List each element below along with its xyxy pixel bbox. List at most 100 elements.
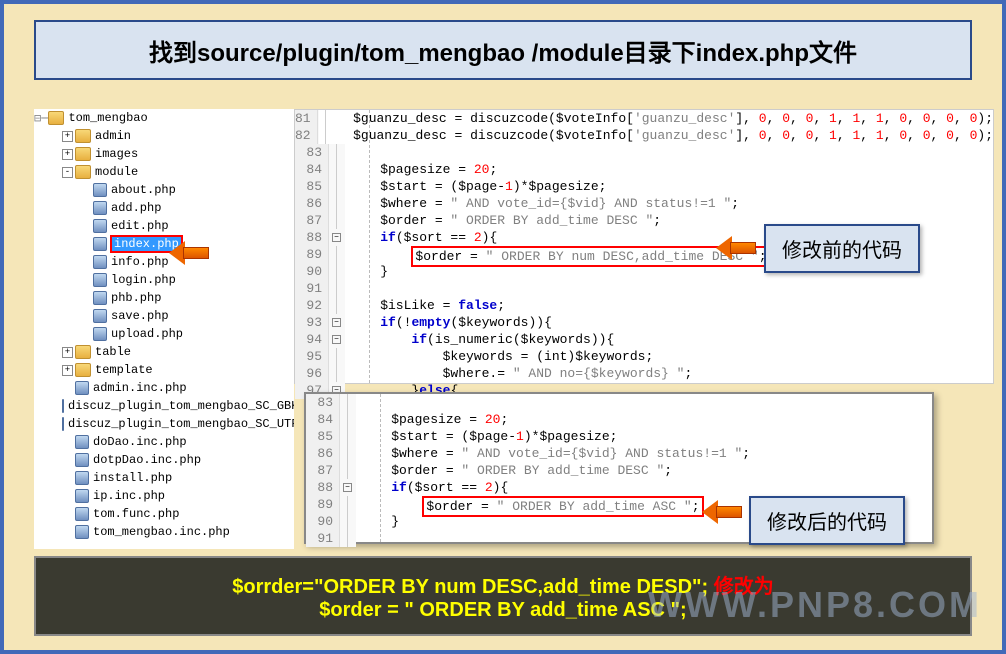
line-number: 85 (295, 178, 329, 195)
tree-item[interactable]: discuz_plugin_tom_mengbao_SC_GBK.xml (34, 397, 294, 415)
code-line[interactable]: 84 $pagesize = 20; (306, 411, 932, 428)
code-line[interactable]: 94− if(is_numeric($keywords)){ (295, 331, 993, 348)
tree-item[interactable]: info.php (34, 253, 294, 271)
tree-item[interactable]: install.php (34, 469, 294, 487)
line-number: 91 (295, 280, 329, 297)
tree-root-label: tom_mengbao (68, 111, 147, 125)
code-line[interactable]: 82 $guanzu_desc = discuzcode($voteInfo['… (295, 127, 993, 144)
fold-gutter (329, 365, 345, 382)
expand-icon[interactable]: + (62, 365, 73, 376)
code-line[interactable]: 93− if(!empty($keywords)){ (295, 314, 993, 331)
fold-gutter (340, 496, 356, 513)
code-line[interactable]: 86 $where = " AND vote_id={$vid} AND sta… (295, 195, 993, 212)
line-number: 87 (306, 462, 340, 479)
file-icon (75, 525, 89, 539)
code-line[interactable]: 83 (306, 394, 932, 411)
code-line[interactable]: 84 $pagesize = 20; (295, 161, 993, 178)
summary-change-label: 修改为 (714, 576, 774, 598)
file-icon (93, 237, 107, 251)
tree-item[interactable]: discuz_plugin_tom_mengbao_SC_UTF8.xml (34, 415, 294, 433)
code-line[interactable]: 83 (295, 144, 993, 161)
line-number: 94 (295, 331, 329, 348)
line-number: 83 (295, 144, 329, 161)
tree-item[interactable]: ip.inc.php (34, 487, 294, 505)
file-icon (93, 183, 107, 197)
tree-item[interactable]: admin.inc.php (34, 379, 294, 397)
fold-toggle-icon[interactable]: − (332, 233, 341, 242)
code-text: $pagesize = 20; (345, 161, 497, 178)
file-icon (93, 291, 107, 305)
tree-item[interactable]: edit.php (34, 217, 294, 235)
tree-item[interactable]: +images (34, 145, 294, 163)
tree-root[interactable]: ⊟─ tom_mengbao (34, 109, 294, 127)
fold-gutter (340, 530, 356, 547)
code-line[interactable]: 85 $start = ($page-1)*$pagesize; (295, 178, 993, 195)
code-line[interactable]: 96 $where.= " AND no={$keywords} "; (295, 365, 993, 382)
code-line[interactable]: 87 $order = " ORDER BY add_time DESC "; (306, 462, 932, 479)
tree-label: about.php (111, 183, 176, 197)
tree-label: add.php (111, 201, 161, 215)
code-text: $where = " AND vote_id={$vid} AND status… (356, 445, 750, 462)
expand-icon[interactable]: - (62, 167, 73, 178)
code-text: $order = " ORDER BY add_time ASC "; (356, 496, 704, 513)
tree-item[interactable]: tom.func.php (34, 505, 294, 523)
tree-item[interactable]: save.php (34, 307, 294, 325)
tree-item[interactable]: tom_mengbao.inc.php (34, 523, 294, 541)
title-box: 找到source/plugin/tom_mengbao /module目录下in… (34, 20, 972, 80)
tree-item[interactable]: + admin (34, 127, 294, 145)
title-text: 找到source/plugin/tom_mengbao /module目录下in… (149, 33, 857, 68)
code-text: if(!empty($keywords)){ (345, 314, 552, 331)
code-line[interactable]: 88− if($sort == 2){ (306, 479, 932, 496)
line-number: 83 (306, 394, 340, 411)
code-text: $start = ($page-1)*$pagesize; (345, 178, 606, 195)
tree-item[interactable]: -module (34, 163, 294, 181)
fold-toggle-icon[interactable]: − (343, 483, 352, 492)
arrow-to-before (716, 236, 756, 260)
tree-label: admin (95, 129, 131, 143)
tree-label: admin.inc.php (93, 381, 187, 395)
expand-icon[interactable]: + (62, 347, 73, 358)
tree-item[interactable]: index.php (34, 235, 294, 253)
code-line[interactable]: 95 $keywords = (int)$keywords; (295, 348, 993, 365)
summary-new-code: $order = " ORDER BY add_time ASC "; (319, 599, 686, 621)
tree-item[interactable]: phb.php (34, 289, 294, 307)
line-number: 95 (295, 348, 329, 365)
tree-item[interactable]: dotpDao.inc.php (34, 451, 294, 469)
line-number: 84 (295, 161, 329, 178)
file-icon (62, 399, 64, 413)
fold-gutter (329, 246, 345, 263)
code-line[interactable]: 86 $where = " AND vote_id={$vid} AND sta… (306, 445, 932, 462)
tree-label: discuz_plugin_tom_mengbao_SC_UTF8.xml (68, 417, 294, 431)
tree-item[interactable]: +template (34, 361, 294, 379)
tree-label: save.php (111, 309, 169, 323)
code-text: if($sort == 2){ (356, 479, 508, 496)
line-number: 88 (295, 229, 329, 246)
code-text: $guanzu_desc = discuzcode($voteInfo['gua… (318, 110, 993, 127)
tree-item[interactable]: upload.php (34, 325, 294, 343)
file-icon (75, 453, 89, 467)
code-line[interactable]: 92 $isLike = false; (295, 297, 993, 314)
expand-icon[interactable]: + (62, 131, 73, 142)
fold-toggle-icon[interactable]: − (332, 335, 341, 344)
tree-item[interactable]: about.php (34, 181, 294, 199)
fold-gutter (329, 280, 345, 297)
callout-before: 修改前的代码 (764, 224, 920, 273)
folder-icon (48, 111, 64, 125)
expand-icon[interactable]: + (62, 149, 73, 160)
tree-item[interactable]: doDao.inc.php (34, 433, 294, 451)
code-line[interactable]: 81 $guanzu_desc = discuzcode($voteInfo['… (295, 110, 993, 127)
tree-item[interactable]: +table (34, 343, 294, 361)
fold-toggle-icon[interactable]: − (332, 318, 341, 327)
line-number: 89 (306, 496, 340, 513)
code-line[interactable]: 91 (295, 280, 993, 297)
line-number: 91 (306, 530, 340, 547)
tree-item[interactable]: login.php (34, 271, 294, 289)
file-icon (75, 489, 89, 503)
fold-gutter (329, 297, 345, 314)
code-text: $guanzu_desc = discuzcode($voteInfo['gua… (318, 127, 993, 144)
line-number: 86 (295, 195, 329, 212)
code-line[interactable]: 85 $start = ($page-1)*$pagesize; (306, 428, 932, 445)
tree-item[interactable]: add.php (34, 199, 294, 217)
code-text: if($sort == 2){ (345, 229, 497, 246)
file-tree[interactable]: ⊟─ tom_mengbao + admin +images-module about… (34, 109, 294, 549)
